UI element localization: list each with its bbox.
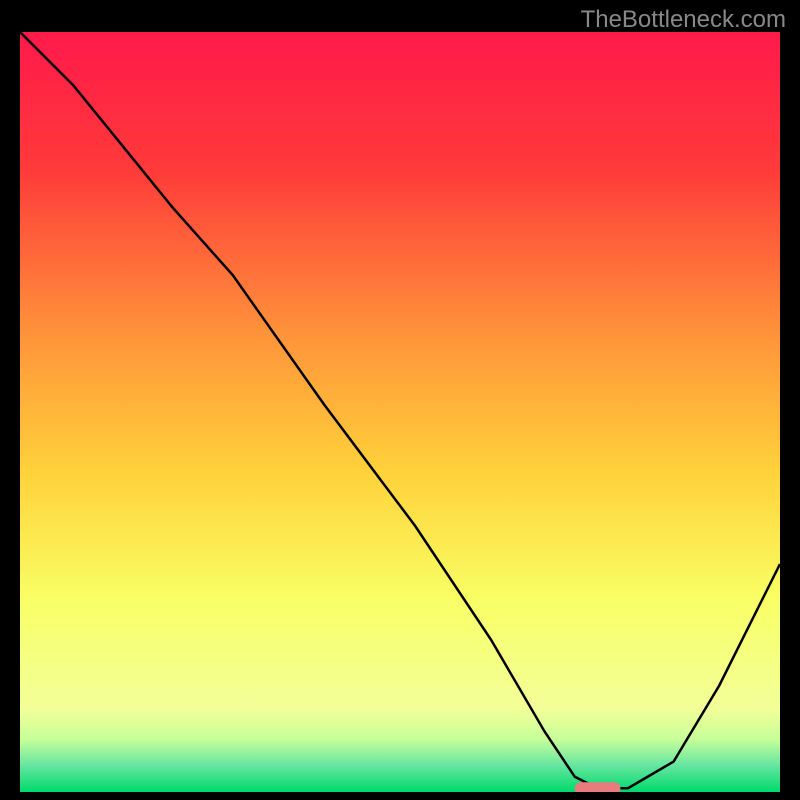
watermark-text: TheBottleneck.com (581, 6, 786, 34)
chart-background (20, 32, 780, 792)
bottleneck-chart (20, 32, 780, 792)
optimal-marker (575, 782, 621, 792)
chart-container (20, 32, 780, 792)
